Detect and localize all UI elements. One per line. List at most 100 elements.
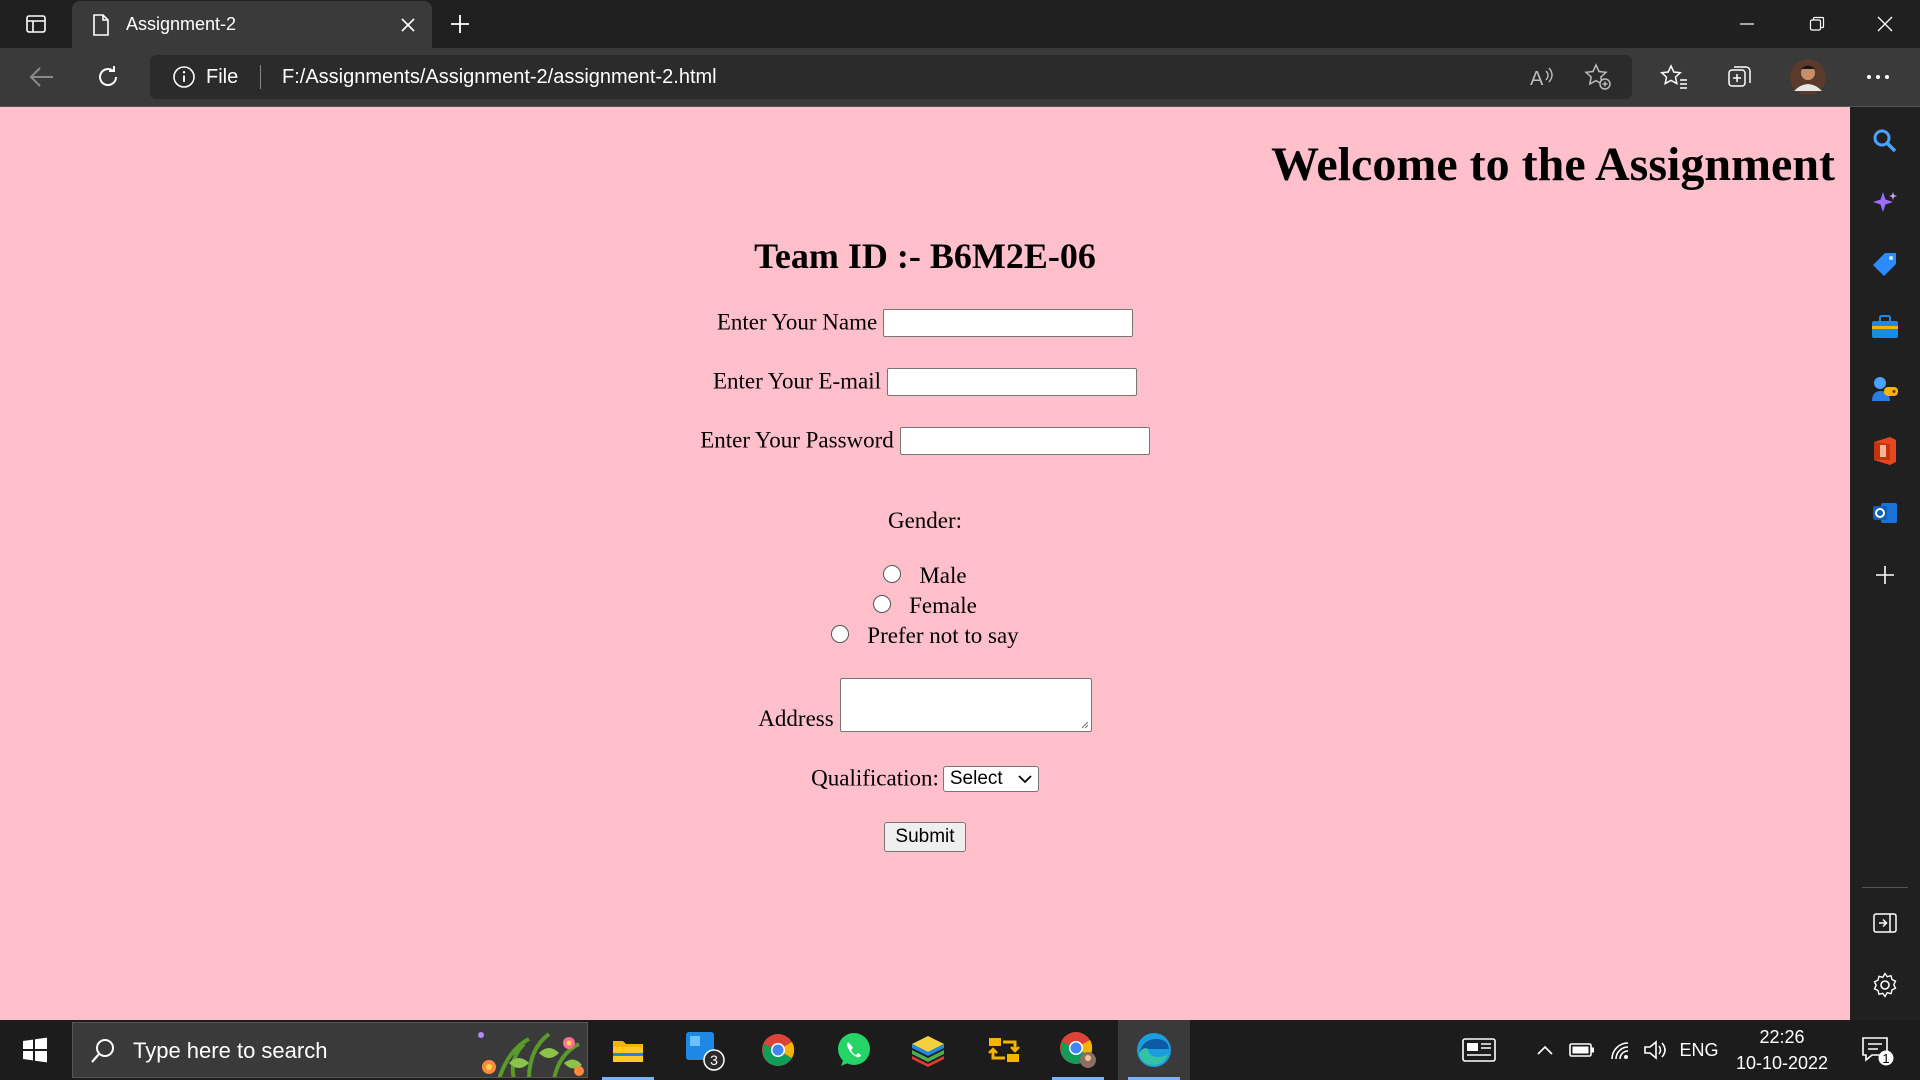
language-indicator[interactable]: ENG (1678, 1020, 1720, 1080)
tab-title: Assignment-2 (126, 14, 237, 34)
new-tab-button[interactable] (440, 4, 480, 44)
clock-time: 22:26 (1759, 1027, 1805, 1047)
name-row: Enter Your Name (0, 308, 1850, 337)
back-arrow-icon (29, 67, 53, 87)
qualification-select[interactable]: Select (942, 765, 1039, 792)
password-input[interactable] (899, 426, 1150, 455)
speaker-icon (1644, 1040, 1666, 1060)
qualification-selected: Select (949, 767, 1003, 789)
file-explorer-icon (613, 1041, 643, 1062)
sidebar-divider (1862, 887, 1908, 888)
qualification-label: Qualification: (811, 765, 939, 791)
address-textarea[interactable] (839, 678, 1092, 732)
submit-button[interactable]: Submit (884, 822, 966, 852)
sidebar-settings-icon[interactable] (1865, 965, 1905, 1005)
page-content: Welcome to the Assignment Team ID :- B6M… (0, 107, 1850, 1020)
taskbar-chrome[interactable] (742, 1020, 814, 1080)
refresh-button[interactable] (86, 56, 130, 98)
minimize-button[interactable] (1712, 0, 1782, 48)
shopping-icon[interactable] (1865, 245, 1905, 285)
games-icon[interactable] (1865, 369, 1905, 409)
address-bar[interactable]: File F:/Assignments/Assignment-2/assignm… (150, 55, 1632, 99)
info-icon (173, 66, 195, 88)
profile-button[interactable] (1786, 56, 1830, 98)
name-label: Enter Your Name (716, 309, 878, 335)
chevron-up-icon (1537, 1045, 1553, 1055)
taskbar-whatsapp[interactable] (818, 1020, 890, 1080)
edge-sidebar (1850, 107, 1920, 1020)
read-aloud-icon[interactable]: A (1522, 57, 1562, 97)
name-input[interactable] (883, 308, 1134, 337)
network-button[interactable] (1602, 1020, 1638, 1080)
discover-icon[interactable] (1865, 183, 1905, 223)
taskbar-edge[interactable] (1118, 1020, 1190, 1080)
edge-icon (1137, 1033, 1171, 1067)
add-favorite-icon[interactable] (1578, 57, 1618, 97)
restore-button[interactable] (1782, 0, 1852, 48)
taskbar-microsoft-store[interactable]: 3 (668, 1020, 740, 1080)
start-button[interactable] (0, 1020, 70, 1080)
email-row: Enter Your E-mail (0, 367, 1850, 396)
taskbar-chrome-profile[interactable] (1042, 1020, 1114, 1080)
outlook-icon[interactable] (1865, 493, 1905, 533)
battery-button[interactable] (1564, 1020, 1600, 1080)
submit-row: Submit (0, 821, 1850, 852)
tools-icon[interactable] (1865, 307, 1905, 347)
female-radio[interactable] (873, 594, 892, 613)
male-radio[interactable] (883, 564, 902, 583)
female-label: Female (909, 593, 977, 618)
url-text[interactable]: F:/Assignments/Assignment-2/assignment-2… (282, 55, 717, 99)
gender-option-female[interactable]: Female (0, 593, 1850, 619)
news-icon (1462, 1038, 1496, 1062)
windows-logo-icon (23, 1037, 47, 1063)
volume-button[interactable] (1638, 1020, 1674, 1080)
notification-icon: 1 (1862, 1037, 1894, 1066)
hide-sidebar-icon[interactable] (1865, 903, 1905, 943)
microsoft-store-icon: 3 (686, 1032, 725, 1071)
favorites-button[interactable] (1652, 56, 1696, 98)
taskbar-bluestacks[interactable] (892, 1020, 964, 1080)
email-input[interactable] (887, 367, 1137, 396)
email-label: Enter Your E-mail (712, 368, 881, 394)
notifications-button[interactable]: 1 (1852, 1020, 1902, 1080)
address-row: Address (0, 678, 1850, 732)
prefer-not-label: Prefer not to say (867, 623, 1019, 648)
settings-more-button[interactable] (1856, 56, 1900, 98)
add-sidebar-app-icon[interactable] (1865, 555, 1905, 595)
taskbar-search-box[interactable]: Type here to search (72, 1022, 588, 1078)
clock[interactable]: 22:26 10-10-2022 (1730, 1024, 1834, 1076)
back-button[interactable] (20, 56, 64, 98)
prefer-not-radio[interactable] (831, 624, 850, 643)
tab-actions-button[interactable] (10, 8, 62, 40)
qualification-row: Qualification: Select (0, 764, 1850, 792)
gender-option-prefer-not[interactable]: Prefer not to say (0, 623, 1850, 649)
office-icon[interactable] (1865, 431, 1905, 471)
site-info-button[interactable]: File (172, 55, 238, 99)
taskbar-share-tool[interactable] (968, 1020, 1040, 1080)
favorites-icon (1660, 64, 1687, 89)
address-separator (260, 65, 261, 89)
welcome-heading: Welcome to the Assignment (1271, 138, 1835, 191)
svg-text:A: A (1530, 68, 1544, 89)
password-row: Enter Your Password (0, 426, 1850, 455)
gender-label: Gender: (887, 508, 963, 533)
chevron-down-icon (1018, 775, 1032, 783)
wifi-icon (1611, 1042, 1629, 1060)
clock-date: 10-10-2022 (1735, 1053, 1829, 1073)
page-icon (90, 13, 112, 36)
hidden-icons-button[interactable] (1530, 1020, 1560, 1080)
close-window-button[interactable] (1850, 0, 1920, 48)
bluestacks-icon (912, 1036, 944, 1067)
resize-grip-icon[interactable] (1081, 721, 1089, 729)
close-tab-icon[interactable] (388, 5, 428, 45)
notification-count: 1 (1882, 1051, 1889, 1066)
collections-icon (1728, 66, 1751, 87)
search-icon[interactable] (1865, 121, 1905, 161)
collections-button[interactable] (1718, 56, 1762, 98)
search-highlight-illustration (478, 1032, 584, 1077)
gender-option-male[interactable]: Male (0, 563, 1850, 589)
browser-tab[interactable]: Assignment-2 (72, 1, 432, 48)
news-widget-button[interactable] (1454, 1020, 1504, 1080)
taskbar-file-explorer[interactable] (592, 1020, 664, 1080)
battery-icon (1569, 1043, 1594, 1057)
